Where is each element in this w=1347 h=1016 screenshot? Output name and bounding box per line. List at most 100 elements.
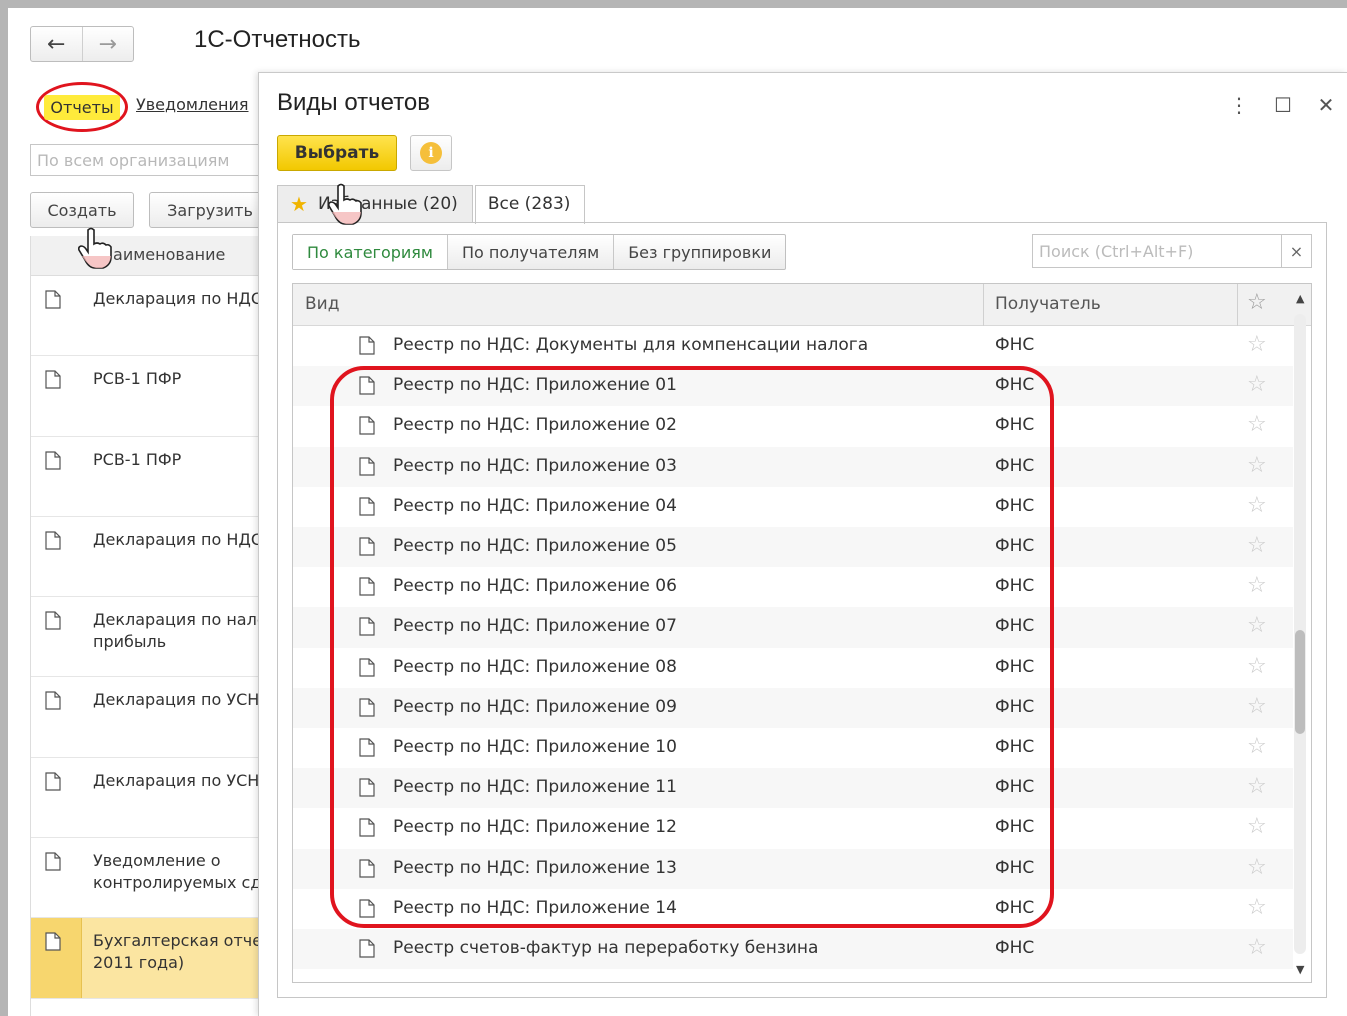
list-item[interactable]: Декларация по УСН: [31, 677, 266, 758]
report-recipient: ФНС: [995, 737, 1035, 757]
organization-filter-input[interactable]: По всем организациям: [30, 144, 280, 176]
tab-favorites[interactable]: ★ Избранные (20): [277, 185, 473, 223]
back-arrow-icon[interactable]: ←: [31, 27, 82, 61]
report-kind-name: Реестр по НДС: Приложение 05: [393, 536, 677, 556]
list-item-subtitle: контролируемых сд: [93, 873, 262, 893]
report-types-panel: По категориям По получателям Без группир…: [277, 222, 1327, 998]
tab-reports-label: Отчеты: [44, 94, 120, 120]
report-kind-name: Реестр по НДС: Приложение 02: [393, 415, 677, 436]
list-item[interactable]: Декларация по НДС: [31, 276, 266, 357]
list-item[interactable]: Уведомление о контролируемых сд: [31, 838, 266, 919]
list-item[interactable]: Бухгалтерская отче 2011 года): [31, 918, 266, 999]
report-recipient: ФНС: [995, 455, 1035, 476]
table-row[interactable]: Реестр по НДС: Приложение 10 ФНС ☆: [293, 728, 1293, 768]
search-input[interactable]: Поиск (Ctrl+Alt+F): [1032, 234, 1282, 268]
nav-buttons: ← →: [30, 26, 134, 62]
table-row[interactable]: Реестр по НДС: Документы для компенсации…: [293, 326, 1293, 366]
favorite-star-icon[interactable]: ☆: [1247, 613, 1267, 638]
table-row[interactable]: Реестр по НДС: Приложение 11 ФНС ☆: [293, 768, 1293, 809]
list-item[interactable]: Декларация по УСН: [31, 758, 266, 839]
document-icon: [45, 290, 61, 309]
favorite-star-icon[interactable]: ☆: [1247, 654, 1267, 679]
app-title: 1С-Отчетность: [194, 26, 361, 53]
favorite-star-icon[interactable]: ☆: [1247, 372, 1267, 397]
scrollbar-thumb[interactable]: [1295, 630, 1305, 734]
table-row[interactable]: Реестр счетов-фактур на переработку бенз…: [293, 929, 1293, 970]
tab-all[interactable]: Все (283): [474, 185, 586, 224]
clear-search-button[interactable]: ×: [1282, 234, 1312, 268]
report-recipient: ФНС: [995, 415, 1035, 436]
list-item[interactable]: РСВ-1 ПФР: [31, 437, 266, 517]
tab-notifications[interactable]: Уведомления: [136, 95, 249, 114]
favorite-star-icon[interactable]: ☆: [1247, 533, 1267, 558]
report-kind-name: Реестр по НДС: Приложение 07: [393, 616, 677, 637]
table-row[interactable]: Реестр по НДС: Приложение 13 ФНС ☆: [293, 848, 1293, 889]
table-row[interactable]: Реестр по НДС: Приложение 05 ФНС ☆: [293, 527, 1293, 568]
info-icon: i: [420, 142, 442, 164]
list-item[interactable]: РСВ-1 ПФР: [31, 356, 266, 437]
favorite-star-icon[interactable]: ☆: [1247, 412, 1267, 437]
favorite-star-icon[interactable]: ☆: [1247, 332, 1267, 357]
report-kind-name: Реестр по НДС: Приложение 12: [393, 817, 677, 838]
more-menu-icon[interactable]: ⋮: [1227, 93, 1251, 117]
table-row[interactable]: Реестр по НДС: Приложение 09 ФНС ☆: [293, 687, 1293, 728]
document-icon: [359, 617, 375, 636]
column-header-recipient[interactable]: Получатель: [995, 294, 1101, 314]
favorite-star-icon[interactable]: ☆: [1247, 734, 1267, 759]
favorite-star-icon[interactable]: ☆: [1247, 855, 1267, 880]
create-button[interactable]: Создать: [30, 192, 134, 228]
report-recipient: ФНС: [995, 495, 1035, 516]
table-row[interactable]: Реестр по НДС: Приложение 03 ФНС ☆: [293, 446, 1293, 487]
column-header-name[interactable]: Наименование: [31, 236, 266, 276]
report-kind-name: Реестр счетов-фактур на переработку бенз…: [393, 938, 819, 958]
document-icon: [359, 818, 375, 837]
column-header-kind[interactable]: Вид: [305, 294, 339, 314]
maximize-icon[interactable]: ☐: [1271, 93, 1295, 117]
table-row[interactable]: Реестр по НДС: Приложение 08 ФНС ☆: [293, 648, 1293, 688]
list-item-subtitle: прибыль: [93, 632, 167, 652]
favorite-star-icon[interactable]: ☆: [1247, 453, 1267, 478]
favorite-star-icon[interactable]: ☆: [1247, 573, 1267, 598]
column-divider: [1237, 284, 1238, 326]
favorite-star-icon[interactable]: ☆: [1247, 774, 1267, 799]
scroll-down-icon[interactable]: ▼: [1296, 963, 1304, 976]
list-item[interactable]: Декларация по НДС: [31, 517, 266, 598]
group-by-recipient[interactable]: По получателям: [446, 235, 613, 269]
dialog-title: Виды отчетов: [277, 89, 431, 116]
table-row[interactable]: Реестр по НДС: Приложение 12 ФНС ☆: [293, 808, 1293, 848]
favorite-column-star-icon[interactable]: ☆: [1247, 290, 1267, 315]
reports-list: Наименование Декларация по НДС РСВ-1 ПФР Р…: [30, 236, 266, 1016]
report-recipient: ФНС: [995, 777, 1035, 798]
report-kind-name: Реестр по НДС: Приложение 11: [393, 777, 677, 798]
document-icon: [45, 691, 61, 711]
document-icon: [359, 456, 375, 476]
list-item[interactable]: Декларация по нало прибыль: [31, 597, 266, 678]
tab-reports[interactable]: Отчеты: [36, 82, 128, 132]
forward-arrow-icon[interactable]: →: [81, 27, 134, 61]
scroll-up-icon[interactable]: ▲: [1296, 292, 1304, 305]
info-button[interactable]: i: [410, 135, 452, 171]
favorite-star-icon[interactable]: ☆: [1247, 694, 1267, 719]
table-row[interactable]: Реестр по НДС: Приложение 06 ФНС ☆: [293, 567, 1293, 607]
group-by-category[interactable]: По категориям: [293, 235, 447, 269]
favorite-star-icon[interactable]: ☆: [1247, 493, 1267, 518]
close-icon[interactable]: ✕: [1314, 93, 1338, 117]
list-item-title: Декларация по УСН: [93, 690, 260, 710]
table-row[interactable]: Реестр по НДС: Приложение 07 ФНС ☆: [293, 607, 1293, 648]
select-button[interactable]: Выбрать: [277, 135, 397, 171]
favorite-star-icon[interactable]: ☆: [1247, 814, 1267, 839]
table-row[interactable]: Реестр по НДС: Приложение 01 ФНС ☆: [293, 366, 1293, 407]
dialog-tabs: ★ Избранные (20) Все (283): [277, 185, 586, 224]
favorite-star-icon[interactable]: ☆: [1247, 935, 1267, 960]
document-icon: [45, 852, 61, 871]
report-kind-name: Реестр по НДС: Документы для компенсации…: [393, 335, 869, 355]
table-row[interactable]: Реестр по НДС: Приложение 04 ФНС ☆: [293, 487, 1293, 527]
table-row[interactable]: Реестр по НДС: Приложение 02 ФНС ☆: [293, 406, 1293, 446]
report-recipient: ФНС: [995, 616, 1035, 637]
report-kind-name: Реестр по НДС: Приложение 01: [393, 375, 677, 396]
list-item-title: Декларация по УСН: [93, 770, 260, 790]
no-grouping[interactable]: Без группировки: [613, 235, 785, 269]
load-button[interactable]: Загрузить: [149, 192, 271, 228]
table-row[interactable]: Реестр по НДС: Приложение 14 ФНС ☆: [293, 889, 1293, 929]
favorite-star-icon[interactable]: ☆: [1247, 895, 1267, 920]
